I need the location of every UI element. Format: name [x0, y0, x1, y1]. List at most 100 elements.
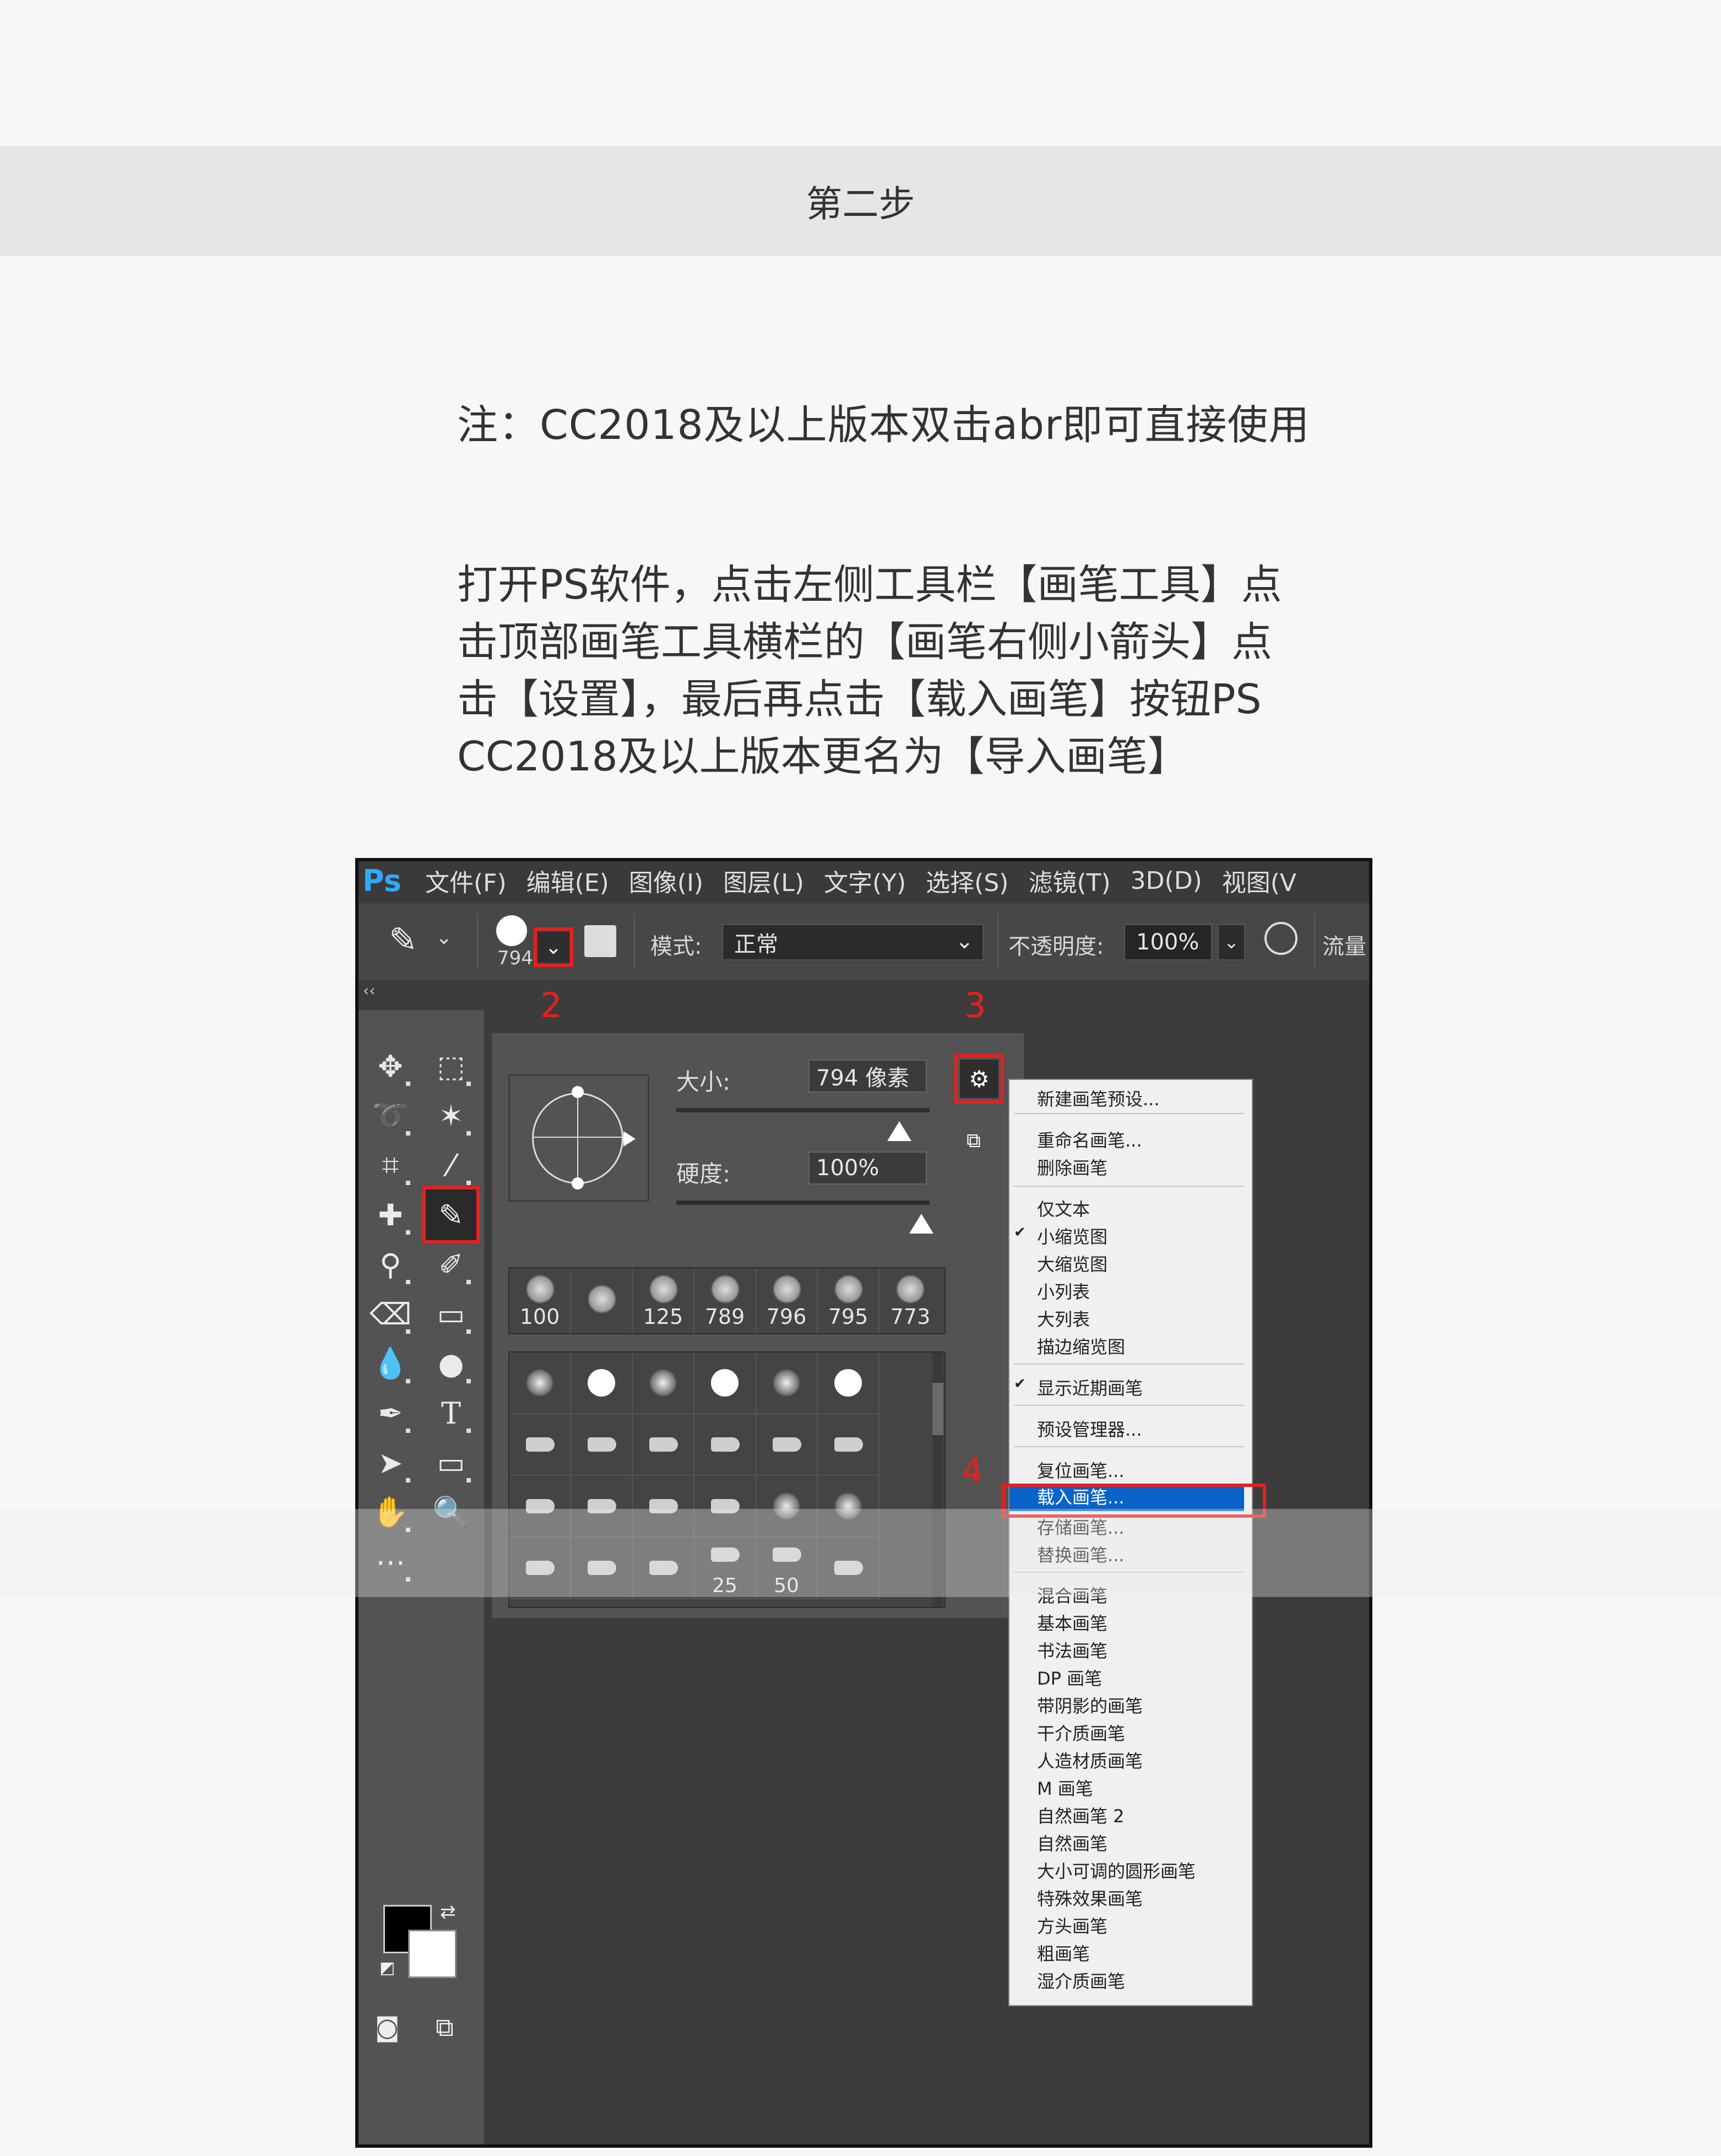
- crop-tool[interactable]: ⌗: [367, 1142, 414, 1188]
- menu-image[interactable]: 图像(I): [629, 863, 703, 898]
- path-selection-tool[interactable]: ➤: [367, 1440, 414, 1486]
- brush-preset[interactable]: [633, 1414, 694, 1476]
- menu-item-brush-set[interactable]: 干介质画笔: [1037, 1720, 1125, 1745]
- brush-preset[interactable]: [694, 1414, 756, 1476]
- menu-item-brush-set[interactable]: 湿介质画笔: [1037, 1968, 1125, 1993]
- gradient-tool[interactable]: ▭: [428, 1291, 474, 1337]
- opacity-dropdown[interactable]: ⌄: [1218, 924, 1245, 960]
- brush-preset[interactable]: [571, 1414, 633, 1476]
- brush-panel-icon[interactable]: [584, 925, 616, 957]
- brush-preset[interactable]: [571, 1353, 633, 1414]
- menu-layer[interactable]: 图层(L): [723, 863, 804, 898]
- brush-preset[interactable]: [818, 1414, 879, 1476]
- recent-brush[interactable]: 100: [509, 1268, 571, 1333]
- brush-roundness-handle[interactable]: [572, 1086, 584, 1098]
- lasso-tool[interactable]: ➰: [367, 1093, 414, 1139]
- brush-preset[interactable]: [756, 1414, 818, 1476]
- type-tool[interactable]: T: [428, 1390, 474, 1436]
- eraser-tool[interactable]: ⌫: [367, 1291, 414, 1337]
- soft-round-brush-icon: [526, 1369, 553, 1397]
- swap-colors-icon[interactable]: ⇄: [440, 1901, 456, 1923]
- hardness-field[interactable]: 100%: [808, 1152, 927, 1185]
- menu-item-small-thumbnail[interactable]: 小缩览图: [1037, 1223, 1107, 1248]
- menu-filter[interactable]: 滤镜(T): [1028, 863, 1110, 898]
- menu-item-brush-set[interactable]: 人造材质画笔: [1037, 1747, 1143, 1773]
- size-slider-thumb[interactable]: [887, 1121, 911, 1141]
- menu-item-preset-manager[interactable]: 预设管理器...: [1037, 1416, 1142, 1441]
- mode-select[interactable]: 正常 ⌄: [722, 924, 984, 960]
- background-color-swatch[interactable]: [408, 1930, 457, 1978]
- collapse-arrows[interactable]: ‹‹: [363, 981, 375, 1000]
- hardness-slider-thumb[interactable]: [909, 1214, 933, 1234]
- menu-item-brush-set[interactable]: 带阴影的画笔: [1037, 1692, 1143, 1718]
- chevron-down-icon[interactable]: ⌄: [436, 926, 452, 949]
- menu-item-new-preset[interactable]: 新建画笔预设...: [1037, 1085, 1160, 1111]
- recent-brush[interactable]: 789: [694, 1268, 756, 1333]
- marquee-tool[interactable]: ⬚: [428, 1043, 474, 1089]
- menu-item-rename[interactable]: 重命名画笔...: [1037, 1127, 1142, 1152]
- brush-preset[interactable]: [509, 1414, 571, 1476]
- menu-separator: [1014, 1405, 1244, 1406]
- menu-item-text-only[interactable]: 仅文本: [1037, 1196, 1090, 1221]
- menu-item-brush-set[interactable]: 方头画笔: [1037, 1913, 1107, 1938]
- menu-3d[interactable]: 3D(D): [1131, 867, 1202, 895]
- menu-select[interactable]: 选择(S): [926, 863, 1008, 898]
- default-colors-icon[interactable]: ◩: [379, 1958, 395, 1978]
- menu-item-show-recent[interactable]: 显示近期画笔: [1037, 1375, 1143, 1400]
- dodge-tool[interactable]: ●: [428, 1340, 474, 1387]
- clone-stamp-tool[interactable]: ⚲: [367, 1241, 414, 1288]
- menu-file[interactable]: 文件(F): [425, 863, 507, 898]
- move-tool[interactable]: ✥: [367, 1043, 414, 1089]
- size-slider-track[interactable]: [676, 1108, 930, 1112]
- new-preset-icon[interactable]: ⧉: [967, 1129, 981, 1153]
- menu-edit[interactable]: 编辑(E): [526, 863, 609, 898]
- menu-item-brush-set[interactable]: 自然画笔: [1037, 1830, 1107, 1855]
- menu-item-brush-set[interactable]: DP 画笔: [1037, 1665, 1102, 1690]
- hardness-slider-track[interactable]: [676, 1201, 930, 1205]
- rectangle-tool[interactable]: ▭: [428, 1440, 474, 1486]
- size-field[interactable]: 794 像素: [808, 1060, 927, 1093]
- recent-brush[interactable]: 795: [818, 1268, 879, 1333]
- recent-brush[interactable]: 125: [633, 1268, 694, 1333]
- annotation-box-2: [534, 927, 573, 967]
- brush-preset[interactable]: [694, 1353, 756, 1414]
- brush-angle-arrow[interactable]: [623, 1131, 636, 1147]
- menu-item-brush-set[interactable]: 基本画笔: [1037, 1610, 1107, 1635]
- healing-brush-tool[interactable]: ✚: [367, 1192, 414, 1238]
- recent-brush[interactable]: 773: [879, 1268, 941, 1333]
- menu-item-large-thumbnail[interactable]: 大缩览图: [1037, 1251, 1107, 1276]
- brush-angle-preview[interactable]: [508, 1074, 649, 1202]
- quick-mask-icon[interactable]: ◙: [375, 2012, 400, 2042]
- eyedropper-tool[interactable]: ⁄: [428, 1142, 474, 1188]
- brush-roundness-handle[interactable]: [572, 1177, 584, 1190]
- brush-preset[interactable]: [509, 1353, 571, 1414]
- brush-preset[interactable]: [756, 1353, 818, 1414]
- menu-item-reset-brushes[interactable]: 复位画笔...: [1037, 1457, 1125, 1482]
- menu-item-large-list[interactable]: 大列表: [1037, 1306, 1090, 1331]
- blur-tool[interactable]: 💧: [367, 1340, 414, 1387]
- menu-item-brush-set[interactable]: 粗画笔: [1037, 1940, 1090, 1965]
- menu-type[interactable]: 文字(Y): [824, 863, 906, 898]
- brush-tool-preset-icon[interactable]: ✎: [389, 920, 417, 960]
- pressure-opacity-icon[interactable]: [1264, 922, 1297, 955]
- menu-item-brush-set[interactable]: 自然画笔 2: [1037, 1802, 1125, 1828]
- menu-item-brush-set[interactable]: M 画笔: [1037, 1775, 1093, 1800]
- screen-mode-icon[interactable]: ⧉: [436, 2012, 454, 2043]
- brush-tool[interactable]: ✎: [422, 1186, 480, 1243]
- scrollbar-thumb[interactable]: [932, 1383, 943, 1435]
- brush-preset[interactable]: [633, 1353, 694, 1414]
- recent-brush[interactable]: 796: [756, 1268, 818, 1333]
- menu-item-brush-set[interactable]: 大小可调的圆形画笔: [1037, 1858, 1196, 1883]
- opacity-field[interactable]: 100%: [1124, 924, 1212, 960]
- menu-item-small-list[interactable]: 小列表: [1037, 1278, 1090, 1304]
- brush-preset[interactable]: [818, 1353, 879, 1414]
- menu-view[interactable]: 视图(V: [1222, 863, 1296, 898]
- menu-item-brush-set[interactable]: 书法画笔: [1037, 1637, 1107, 1663]
- magic-wand-tool[interactable]: ✶: [428, 1093, 474, 1139]
- recent-brush[interactable]: [571, 1268, 633, 1333]
- menu-item-brush-set[interactable]: 特殊效果画笔: [1037, 1885, 1143, 1910]
- menu-item-delete[interactable]: 删除画笔: [1037, 1154, 1107, 1180]
- history-brush-tool[interactable]: ✐: [428, 1241, 474, 1288]
- pen-tool[interactable]: ✒: [367, 1390, 414, 1436]
- menu-item-stroke-thumbnail[interactable]: 描边缩览图: [1037, 1333, 1125, 1359]
